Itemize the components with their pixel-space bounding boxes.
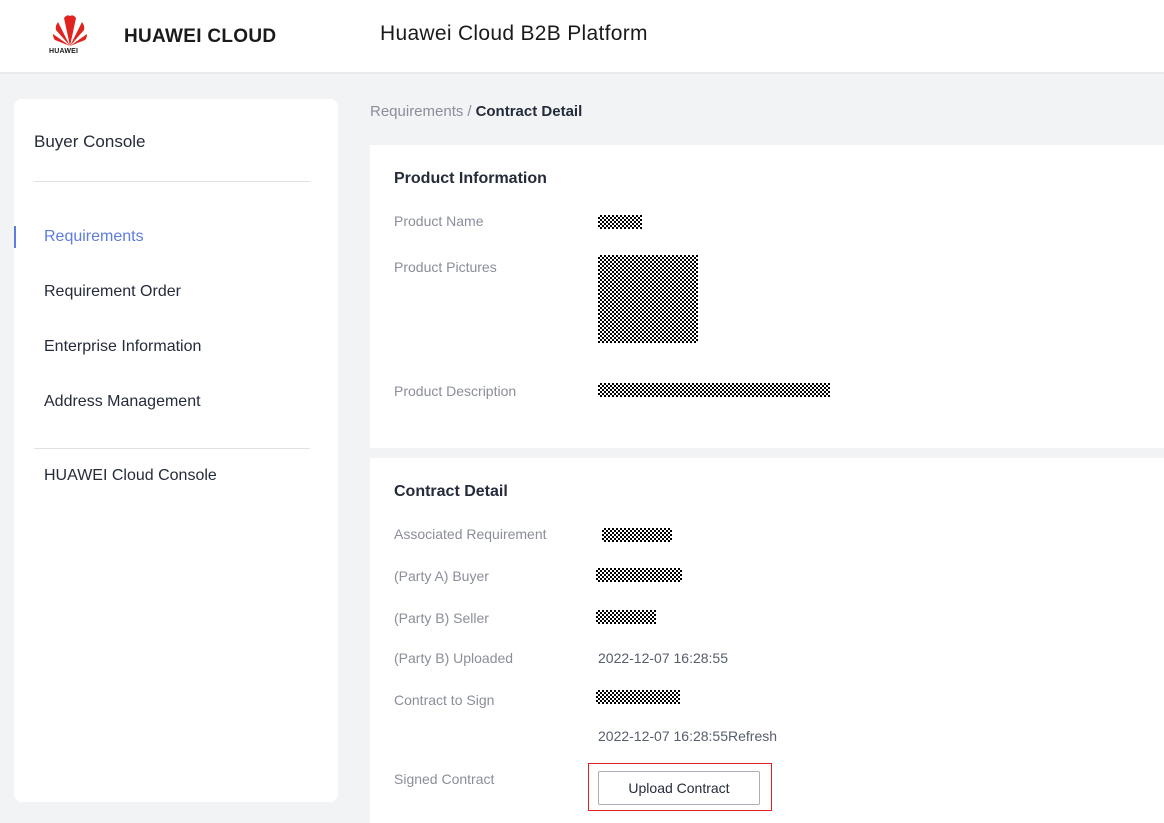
- buyer-label: (Party A) Buyer: [394, 568, 489, 584]
- logo-wordmark: HUAWEI: [49, 48, 79, 55]
- breadcrumb-parent-link[interactable]: Requirements: [370, 103, 463, 120]
- breadcrumb-current: Contract Detail: [475, 103, 583, 120]
- sidebar-item-huawei-cloud-console[interactable]: HUAWEI Cloud Console: [44, 467, 217, 485]
- uploaded-time: 2022-12-07 16:28:55: [598, 650, 728, 666]
- brand-name[interactable]: HUAWEI CLOUD: [124, 26, 276, 48]
- refresh-link[interactable]: Refresh: [728, 728, 777, 744]
- redacted-product-picture[interactable]: [598, 255, 698, 343]
- sidebar-item-requirements[interactable]: Requirements: [44, 228, 144, 246]
- uploaded-label: (Party B) Uploaded: [394, 650, 514, 666]
- seller-label: (Party B) Seller: [394, 610, 489, 626]
- sidebar-title: Buyer Console: [34, 132, 146, 151]
- redacted-contract-file[interactable]: [596, 690, 680, 704]
- section-title: Contract Detail: [394, 483, 508, 500]
- sidebar-item-requirement-order[interactable]: Requirement Order: [44, 283, 181, 301]
- section-title: Product Information: [394, 170, 547, 187]
- sidebar: Buyer Console Requirements Requirement O…: [14, 99, 338, 802]
- sidebar-item-address-management[interactable]: Address Management: [44, 393, 201, 411]
- sidebar-divider: [34, 181, 310, 182]
- product-name-label: Product Name: [394, 213, 484, 229]
- contract-to-sign-label: Contract to Sign: [394, 692, 495, 708]
- redacted-product-description: [598, 383, 830, 397]
- signed-contract-label: Signed Contract: [394, 771, 495, 787]
- top-header: HUAWEI HUAWEI CLOUD Huawei Cloud B2B Pla…: [0, 0, 1164, 74]
- upload-contract-button[interactable]: Upload Contract: [598, 771, 760, 805]
- redacted-seller: [596, 610, 656, 624]
- huawei-logo-icon[interactable]: [50, 12, 90, 48]
- redacted-buyer: [596, 568, 682, 582]
- contract-to-sign-time: 2022-12-07 16:28:55: [598, 728, 728, 744]
- sidebar-item-enterprise-information[interactable]: Enterprise Information: [44, 338, 201, 356]
- contract-to-sign-meta: 2022-12-07 16:28:55Refresh: [598, 728, 777, 744]
- product-pictures-label: Product Pictures: [394, 259, 497, 275]
- active-indicator: [14, 226, 16, 248]
- app-title: Huawei Cloud B2B Platform: [380, 22, 648, 45]
- product-description-label: Product Description: [394, 383, 517, 399]
- redacted-product-name: [598, 215, 642, 229]
- breadcrumb: Requirements / Contract Detail: [370, 103, 582, 120]
- associated-requirement-label: Associated Requirement: [394, 526, 547, 542]
- product-information-card: Product Information Product Name Product…: [370, 145, 1164, 448]
- contract-detail-card: Contract Detail Associated Requirement (…: [370, 458, 1164, 823]
- breadcrumb-separator: /: [467, 103, 472, 120]
- redacted-associated-requirement[interactable]: [602, 528, 672, 542]
- sidebar-divider: [34, 448, 310, 449]
